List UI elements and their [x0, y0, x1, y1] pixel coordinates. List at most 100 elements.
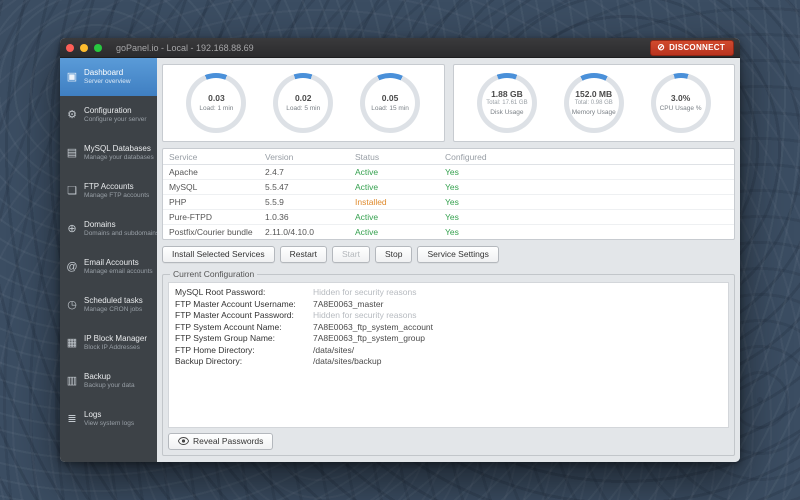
- table-row[interactable]: MySQL 5.5.47 Active Yes: [163, 180, 734, 195]
- sidebar-item-title: Backup: [84, 372, 135, 381]
- service-settings-button[interactable]: Service Settings: [417, 246, 498, 263]
- gauge-label: Disk Usage: [490, 109, 523, 117]
- gauge-label: CPU Usage %: [660, 105, 702, 113]
- zoom-button[interactable]: [94, 44, 102, 52]
- config-row-backup-directory: Backup Directory: /data/sites/backup: [175, 356, 722, 368]
- service-status-cell: Active: [349, 210, 439, 225]
- config-label: FTP Master Account Password:: [175, 310, 313, 322]
- gauge-load-1-min: 0.03 Load: 1 min: [186, 73, 246, 133]
- config-row-ftp-home-directory: FTP Home Directory: /data/sites/: [175, 345, 722, 357]
- services-table-header: ServiceVersionStatusConfigured: [163, 149, 734, 165]
- service-configured-cell: Yes: [439, 195, 734, 210]
- reveal-passwords-button[interactable]: Reveal Passwords: [168, 433, 273, 450]
- gauge-value: 0.05: [382, 93, 399, 103]
- reveal-passwords-label: Reveal Passwords: [193, 436, 263, 446]
- gauge-load-15-min: 0.05 Load: 15 min: [360, 73, 420, 133]
- service-name-cell: Apache: [163, 165, 259, 180]
- disconnect-label: DISCONNECT: [669, 43, 725, 52]
- table-row[interactable]: PHP 5.5.9 Installed Yes: [163, 195, 734, 210]
- gauge-value: 1.88 GB: [491, 89, 523, 99]
- install-selected-services-button[interactable]: Install Selected Services: [162, 246, 275, 263]
- service-status-cell: Active: [349, 180, 439, 195]
- service-configured-cell: Yes: [439, 210, 734, 225]
- sidebar-item-ip-block-manager[interactable]: ▦ IP Block Manager Block IP Addresses: [60, 324, 157, 362]
- service-name-cell: PHP: [163, 195, 259, 210]
- gauge-value: 3.0%: [671, 93, 690, 103]
- service-status-cell: Installed: [349, 195, 439, 210]
- sidebar-item-domains[interactable]: ⊕ Domains Domains and subdomains: [60, 210, 157, 248]
- sidebar-item-title: Domains: [84, 220, 152, 229]
- gauge-label: Memory Usage: [572, 109, 616, 117]
- sidebar-item-title: Configuration: [84, 106, 147, 115]
- sidebar-item-subtitle: Domains and subdomains: [84, 230, 152, 238]
- start-button[interactable]: Start: [332, 246, 370, 263]
- config-value: /data/sites/: [313, 345, 354, 357]
- config-label: FTP System Group Name:: [175, 333, 313, 345]
- restart-button[interactable]: Restart: [280, 246, 327, 263]
- gauge-cpu-usage: 3.0% CPU Usage %: [651, 73, 711, 133]
- load-gauges-card: 0.03 Load: 1 min 0.02 Load: 5 min 0.05 L…: [162, 64, 445, 142]
- table-row[interactable]: Postfix/Courier bundle 2.11.0/4.10.0 Act…: [163, 225, 734, 240]
- sidebar-item-ftp-accounts[interactable]: ❏ FTP Accounts Manage FTP accounts: [60, 172, 157, 210]
- database-icon: ▤: [65, 147, 79, 159]
- sidebar-item-backup[interactable]: ▥ Backup Backup your data: [60, 362, 157, 400]
- sidebar-item-subtitle: Block IP Addresses: [84, 344, 147, 352]
- sidebar-item-title: Logs: [84, 410, 134, 419]
- services-table-card: ServiceVersionStatusConfigured Apache 2.…: [162, 148, 735, 240]
- sidebar-item-subtitle: Manage FTP accounts: [84, 192, 149, 200]
- service-configured-cell: Yes: [439, 165, 734, 180]
- clock-icon: ◷: [65, 299, 79, 311]
- archive-icon: ▥: [65, 375, 79, 387]
- sidebar-item-mysql-databases[interactable]: ▤ MySQL Databases Manage your databases: [60, 134, 157, 172]
- service-configured-cell: Yes: [439, 225, 734, 240]
- sidebar-item-dashboard[interactable]: ▣ Dashboard Server overview: [60, 58, 157, 96]
- service-version-cell: 1.0.36: [259, 210, 349, 225]
- current-configuration-title: Current Configuration: [170, 269, 257, 279]
- gauge-value: 152.0 MB: [575, 89, 612, 99]
- table-row[interactable]: Pure-FTPD 1.0.36 Active Yes: [163, 210, 734, 225]
- sidebar-item-logs[interactable]: ≣ Logs View system logs: [60, 400, 157, 438]
- sidebar-item-title: IP Block Manager: [84, 334, 147, 343]
- config-row-ftp-system-group-name: FTP System Group Name: 7A8E0063_ftp_syst…: [175, 333, 722, 345]
- sidebar-item-subtitle: Manage email accounts: [84, 268, 152, 276]
- minimize-button[interactable]: [80, 44, 88, 52]
- services-table: ServiceVersionStatusConfigured Apache 2.…: [163, 149, 734, 239]
- column-header-status: Status: [349, 149, 439, 165]
- sidebar-item-email-accounts[interactable]: @ Email Accounts Manage email accounts: [60, 248, 157, 286]
- usage-gauges-card: 1.88 GB Total: 17.61 GB Disk Usage 152.0…: [453, 64, 736, 142]
- sidebar-item-title: Scheduled tasks: [84, 296, 143, 305]
- dashboard-icon: ▣: [65, 71, 79, 83]
- close-button[interactable]: [66, 44, 74, 52]
- sidebar-item-subtitle: View system logs: [84, 420, 134, 428]
- sidebar-item-scheduled-tasks[interactable]: ◷ Scheduled tasks Manage CRON jobs: [60, 286, 157, 324]
- column-header-version: Version: [259, 149, 349, 165]
- globe-icon: ⊕: [65, 223, 79, 235]
- sidebar-item-subtitle: Manage CRON jobs: [84, 306, 143, 314]
- gauges-row: 0.03 Load: 1 min 0.02 Load: 5 min 0.05 L…: [162, 64, 735, 142]
- gauge-label: Load: 5 min: [286, 105, 320, 113]
- service-version-cell: 5.5.9: [259, 195, 349, 210]
- config-row-ftp-master-account-username: FTP Master Account Username: 7A8E0063_ma…: [175, 299, 722, 311]
- gauge-label: Load: 1 min: [199, 105, 233, 113]
- main-content: 0.03 Load: 1 min 0.02 Load: 5 min 0.05 L…: [157, 58, 740, 462]
- gauge-label: Load: 15 min: [371, 105, 409, 113]
- config-value: Hidden for security reasons: [313, 310, 416, 322]
- service-status-cell: Active: [349, 165, 439, 180]
- config-label: Backup Directory:: [175, 356, 313, 368]
- column-header-configured: Configured: [439, 149, 734, 165]
- disconnect-button[interactable]: ⊘ DISCONNECT: [650, 40, 734, 56]
- configuration-icon: ⚙: [65, 109, 79, 121]
- configuration-panel: MySQL Root Password: Hidden for security…: [168, 282, 729, 428]
- sidebar-item-title: Email Accounts: [84, 258, 152, 267]
- sidebar-item-subtitle: Server overview: [84, 78, 131, 86]
- table-row[interactable]: Apache 2.4.7 Active Yes: [163, 165, 734, 180]
- sidebar: ▣ Dashboard Server overview ⚙ Configurat…: [60, 58, 157, 462]
- folder-icon: ❏: [65, 185, 79, 197]
- sidebar-item-configuration[interactable]: ⚙ Configuration Configure your server: [60, 96, 157, 134]
- config-row-mysql-root-password: MySQL Root Password: Hidden for security…: [175, 287, 722, 299]
- app-window: goPanel.io - Local - 192.168.88.69 ⊘ DIS…: [60, 38, 740, 462]
- grid-icon: ▦: [65, 337, 79, 349]
- gauge-disk-usage: 1.88 GB Total: 17.61 GB Disk Usage: [477, 73, 537, 133]
- stop-button[interactable]: Stop: [375, 246, 413, 263]
- sidebar-item-subtitle: Backup your data: [84, 382, 135, 390]
